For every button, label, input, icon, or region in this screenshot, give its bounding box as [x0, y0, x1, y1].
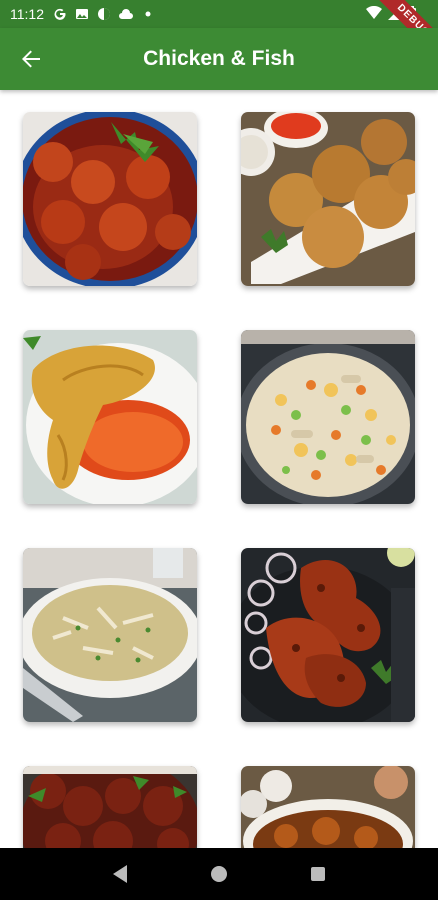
chicken-curry-image: [241, 766, 415, 848]
nav-recents-button[interactable]: [303, 859, 333, 889]
recipe-card-tandoori-chicken[interactable]: [241, 548, 415, 722]
recipe-grid: [0, 90, 438, 848]
wifi-icon: [366, 6, 382, 19]
back-triangle-icon: [112, 865, 127, 883]
status-bar: 11:12 DEBUG: [0, 0, 438, 67]
recipe-card-chicken-curry[interactable]: [241, 766, 415, 848]
recipe-card-shrimp-curry[interactable]: [23, 112, 197, 286]
chilli-chicken-image: [23, 766, 197, 848]
back-button[interactable]: [14, 42, 48, 76]
recents-square-icon: [311, 867, 326, 881]
home-circle-icon: [210, 866, 227, 882]
tandoori-chicken-image: [241, 548, 415, 722]
dot-icon: [140, 6, 156, 22]
arrow-back-icon: [22, 50, 40, 68]
status-time: 11:12: [10, 6, 44, 22]
recipe-card-chicken-roast[interactable]: [23, 330, 197, 504]
app-bar: Chicken & Fish: [0, 28, 438, 90]
data-saver-icon: [96, 6, 112, 22]
fish-balls-image: [241, 112, 415, 286]
nav-back-button[interactable]: [105, 859, 135, 889]
shrimp-curry-image: [23, 112, 197, 286]
recipe-card-chicken-soup[interactable]: [23, 548, 197, 722]
recipe-card-chicken-fried-rice[interactable]: [241, 330, 415, 504]
google-icon: [52, 6, 68, 22]
page-title: Chicken & Fish: [143, 47, 295, 70]
cloud-icon: [118, 6, 134, 22]
recipe-card-chilli-chicken[interactable]: [23, 766, 197, 848]
chicken-fried-rice-image: [241, 330, 415, 504]
chicken-soup-image: [23, 548, 197, 722]
recipe-card-fish-balls[interactable]: [241, 112, 415, 286]
system-nav-bar: [0, 848, 438, 900]
nav-home-button[interactable]: [204, 859, 234, 889]
chicken-roast-image: [23, 330, 197, 504]
gallery-icon: [74, 6, 90, 22]
